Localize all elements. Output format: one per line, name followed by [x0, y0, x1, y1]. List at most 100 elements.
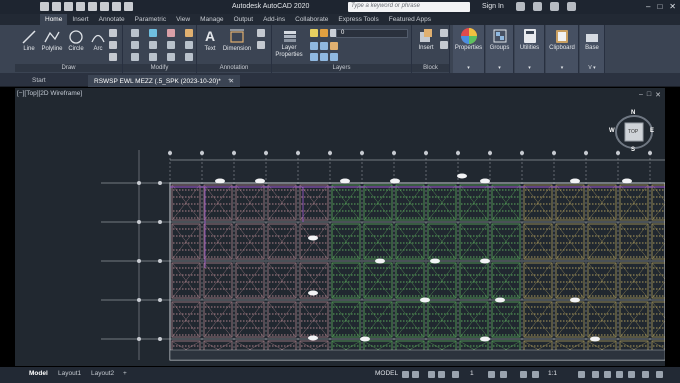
- add-layout-button[interactable]: +: [118, 369, 132, 380]
- view-panel-label[interactable]: V ▾: [580, 65, 604, 71]
- base-button[interactable]: Base V ▾: [580, 25, 605, 73]
- hatch-icon[interactable]: [109, 41, 117, 49]
- transparency-icon[interactable]: [500, 371, 507, 378]
- offset-icon[interactable]: [185, 53, 193, 61]
- sign-in-link[interactable]: Sign In: [482, 3, 504, 10]
- create-block-icon[interactable]: [440, 29, 448, 37]
- quick-properties-icon[interactable]: [616, 371, 623, 378]
- ribbon-tab-output[interactable]: Output: [229, 14, 259, 25]
- maximize-icon[interactable]: □: [657, 2, 662, 11]
- workspace-gear-icon[interactable]: [578, 371, 585, 378]
- model-tab[interactable]: Model: [24, 369, 53, 380]
- user-icon[interactable]: [550, 2, 559, 11]
- utilities-button[interactable]: Utilities ▾: [515, 25, 545, 73]
- lightbulb-icon[interactable]: [310, 29, 318, 37]
- grid-icon[interactable]: [402, 371, 409, 378]
- explode-icon[interactable]: [185, 41, 193, 49]
- web-mobile-icon[interactable]: [88, 2, 97, 11]
- layer-freeze-icon[interactable]: [330, 53, 338, 61]
- new-icon[interactable]: [52, 2, 61, 11]
- move-icon[interactable]: [131, 29, 139, 37]
- copy-icon[interactable]: [131, 41, 139, 49]
- mirror-icon[interactable]: [149, 41, 157, 49]
- auto-scale-icon[interactable]: [532, 371, 539, 378]
- draw-panel-label[interactable]: Draw: [15, 64, 122, 72]
- ribbon-tab-home[interactable]: Home: [40, 14, 68, 25]
- cart-icon[interactable]: [516, 2, 525, 11]
- annotation-scale[interactable]: 1:1: [548, 370, 557, 377]
- table-icon[interactable]: [257, 41, 265, 49]
- drawing-tab[interactable]: RSWSP EWL MEZZ (.5_SPK (2023-10-20)* ✕: [88, 75, 241, 87]
- layer-dropdown[interactable]: 0: [336, 29, 408, 38]
- clipboard-dropdown-icon[interactable]: ▾: [546, 65, 578, 71]
- stretch-icon[interactable]: [131, 53, 139, 61]
- start-tab[interactable]: Start: [26, 75, 52, 87]
- hardware-acceleration-icon[interactable]: [642, 371, 649, 378]
- properties-dropdown-icon[interactable]: ▾: [453, 65, 484, 71]
- save-icon[interactable]: [64, 2, 73, 11]
- trim-icon[interactable]: [167, 29, 175, 37]
- polyline-tool[interactable]: Polyline: [39, 29, 65, 52]
- ribbon-tab-insert[interactable]: Insert: [67, 14, 93, 25]
- open-icon[interactable]: [40, 2, 49, 11]
- layout2-tab[interactable]: Layout2: [86, 369, 119, 380]
- groups-dropdown-icon[interactable]: ▾: [486, 65, 513, 71]
- annotation-visibility-icon[interactable]: [520, 371, 527, 378]
- print-icon[interactable]: [100, 2, 109, 11]
- layers-panel-label[interactable]: Layers: [272, 64, 411, 72]
- rotate-icon[interactable]: [149, 29, 157, 37]
- match-layer-icon[interactable]: [330, 42, 338, 50]
- ellipse-icon[interactable]: [109, 53, 117, 61]
- help-icon[interactable]: [567, 2, 576, 11]
- ribbon-tab-manage[interactable]: Manage: [195, 14, 229, 25]
- dimension-tool[interactable]: Dimension: [221, 28, 253, 52]
- redo-icon[interactable]: [124, 2, 133, 11]
- layer-isolate-icon[interactable]: [320, 53, 328, 61]
- isolate-objects-icon[interactable]: [628, 371, 635, 378]
- customization-icon[interactable]: [656, 371, 663, 378]
- drawing-canvas[interactable]: [−][Top][2D Wireframe] – □ ✕ TOP N S E W: [15, 88, 665, 366]
- floor-plan-drawing[interactable]: [15, 88, 665, 366]
- ribbon-tab-add-ins[interactable]: Add-ins: [258, 14, 290, 25]
- modify-panel-label[interactable]: Modify: [123, 64, 196, 72]
- exchange-icon[interactable]: [533, 2, 542, 11]
- ribbon-tab-view[interactable]: View: [171, 14, 195, 25]
- utilities-dropdown-icon[interactable]: ▾: [515, 65, 544, 71]
- compass-west[interactable]: W: [609, 128, 615, 134]
- edit-block-icon[interactable]: [440, 41, 448, 49]
- leader-icon[interactable]: [257, 29, 265, 37]
- rectangle-icon[interactable]: [109, 29, 117, 37]
- polar-tracking-icon[interactable]: [438, 371, 445, 378]
- layer-state-icon[interactable]: [310, 42, 318, 50]
- snap-mode-icon[interactable]: [412, 371, 419, 378]
- fillet-icon[interactable]: [167, 41, 175, 49]
- undo-icon[interactable]: [112, 2, 121, 11]
- erase-icon[interactable]: [185, 29, 193, 37]
- insert-block-tool[interactable]: Insert: [414, 28, 438, 51]
- lineweight-icon[interactable]: [488, 371, 495, 378]
- annotation-monitor-icon[interactable]: [592, 371, 599, 378]
- clipboard-button[interactable]: Clipboard ▾: [546, 25, 579, 73]
- close-icon[interactable]: ✕: [669, 2, 676, 11]
- compass-south[interactable]: S: [631, 147, 635, 153]
- ribbon-tab-parametric[interactable]: Parametric: [130, 14, 171, 25]
- text-tool[interactable]: A Text: [201, 28, 219, 52]
- layer-properties-tool[interactable]: Layer Properties: [274, 28, 306, 59]
- annotation-count[interactable]: 1: [470, 370, 474, 377]
- compass-east[interactable]: E: [650, 128, 654, 134]
- layer-off-icon[interactable]: [310, 53, 318, 61]
- save-as-icon[interactable]: [76, 2, 85, 11]
- array-icon[interactable]: [167, 53, 175, 61]
- compass-north[interactable]: N: [631, 110, 635, 116]
- model-space-toggle[interactable]: MODEL: [375, 370, 398, 377]
- circle-tool[interactable]: Circle: [65, 29, 87, 52]
- ribbon-tab-collaborate[interactable]: Collaborate: [290, 14, 333, 25]
- make-current-icon[interactable]: [320, 42, 328, 50]
- sun-icon[interactable]: [320, 29, 328, 37]
- annotation-panel-label[interactable]: Annotation: [197, 64, 271, 72]
- line-tool[interactable]: Line: [19, 29, 39, 52]
- groups-button[interactable]: Groups ▾: [486, 25, 514, 73]
- block-panel-label[interactable]: Block: [412, 64, 449, 72]
- units-icon[interactable]: [604, 371, 611, 378]
- search-input[interactable]: Type a keyword or phrase: [348, 2, 470, 12]
